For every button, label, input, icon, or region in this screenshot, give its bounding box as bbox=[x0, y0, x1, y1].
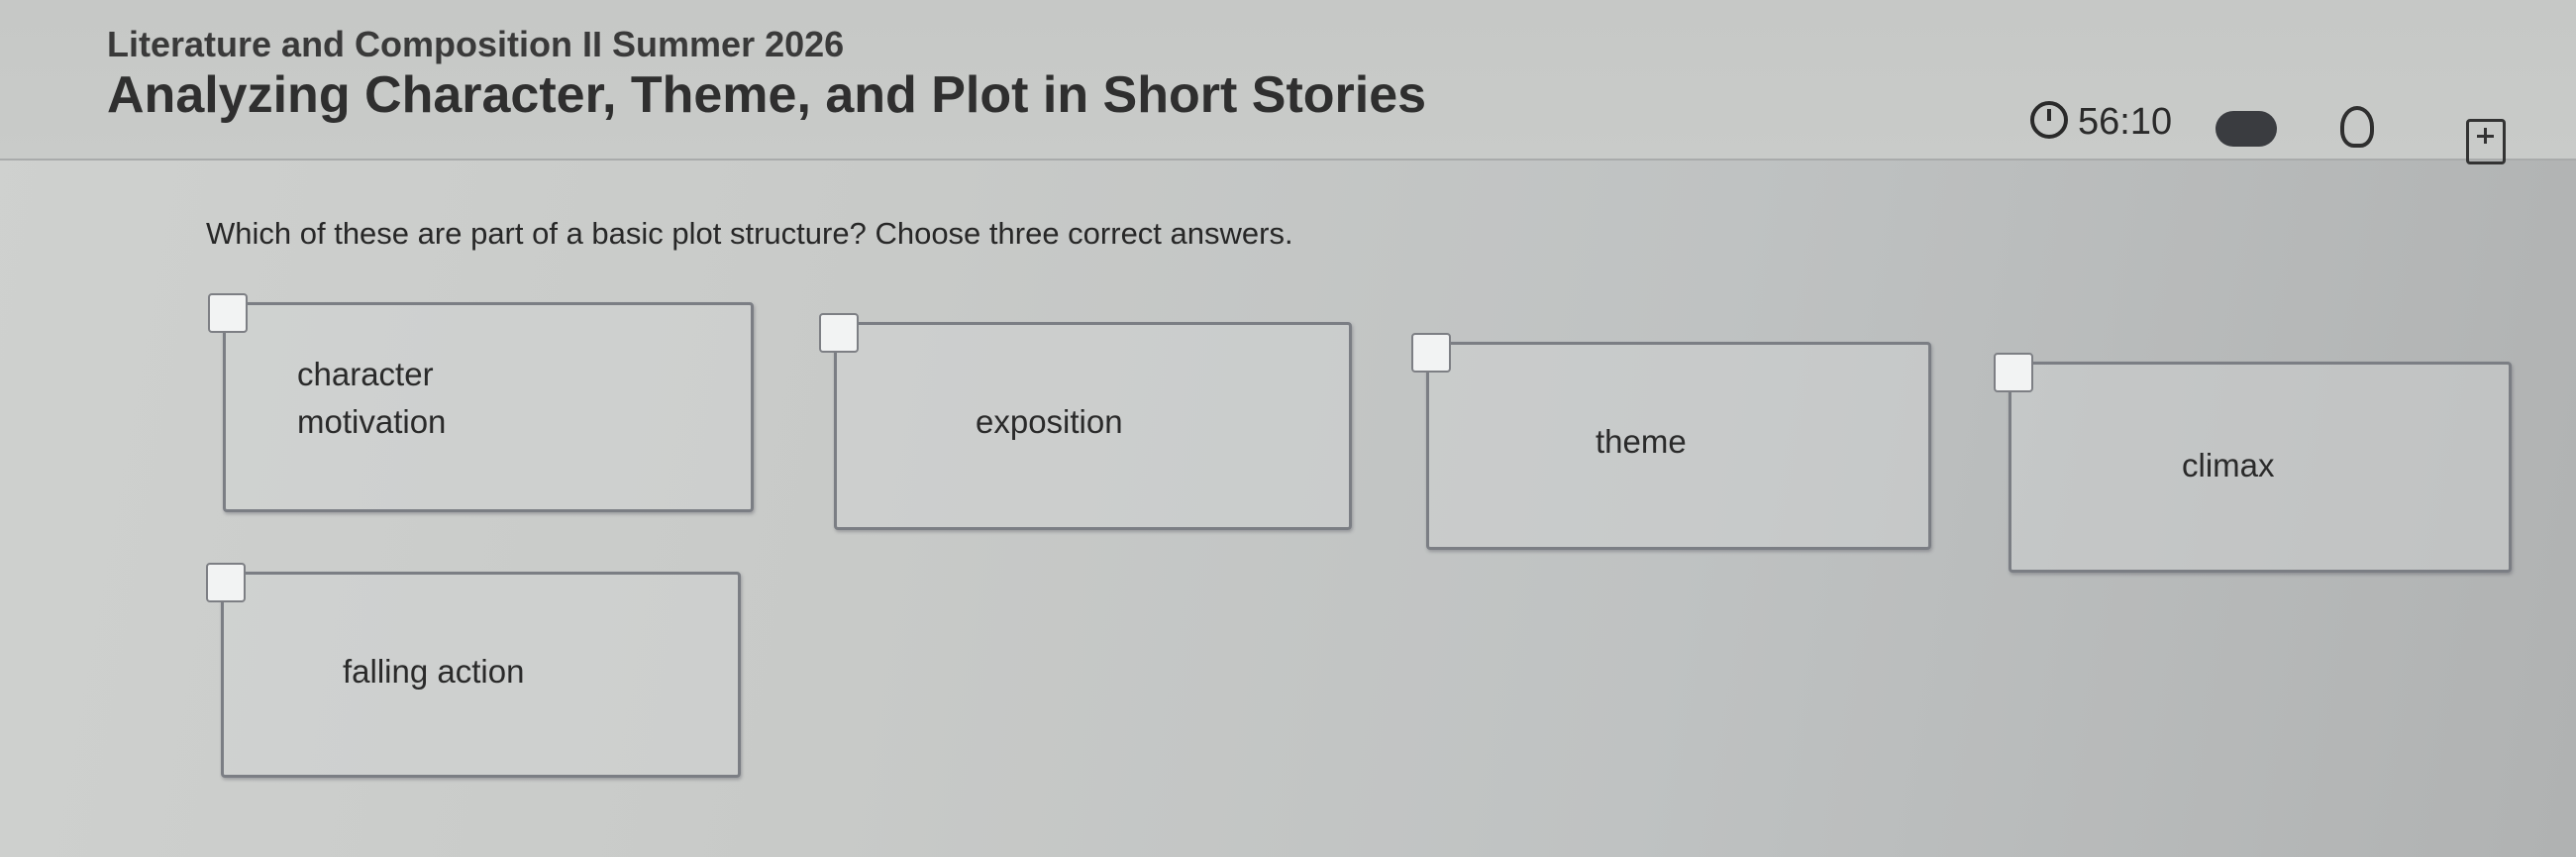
choice-label-line: character bbox=[297, 356, 434, 392]
choice-label: exposition bbox=[976, 403, 1123, 440]
choice-label: climax bbox=[2182, 447, 2275, 483]
answer-choice-character-motivation[interactable]: character motivation bbox=[208, 293, 754, 512]
answer-choice-falling-action[interactable]: falling action bbox=[206, 563, 741, 778]
checkbox[interactable] bbox=[206, 563, 246, 602]
course-title: Literature and Composition II Summer 202… bbox=[107, 24, 845, 64]
checkbox[interactable] bbox=[1411, 333, 1451, 373]
toggle-button[interactable] bbox=[2215, 111, 2277, 147]
lesson-header: Literature and Composition II Summer 202… bbox=[0, 0, 2576, 164]
lesson-title: Analyzing Character, Theme, and Plot in … bbox=[107, 66, 1427, 124]
checkbox[interactable] bbox=[1994, 353, 2033, 392]
timer-readout: 56:10 bbox=[2078, 101, 2173, 143]
checkbox[interactable] bbox=[208, 293, 248, 333]
answer-choice-climax[interactable]: climax bbox=[1994, 353, 2512, 573]
answer-choice-exposition[interactable]: exposition bbox=[819, 313, 1352, 530]
choice-label: falling action bbox=[343, 653, 525, 690]
lightbulb-icon[interactable] bbox=[2340, 106, 2374, 148]
answer-choice-theme[interactable]: theme bbox=[1411, 333, 1931, 550]
choice-label-line: motivation bbox=[297, 402, 447, 440]
checkbox[interactable] bbox=[819, 313, 859, 353]
choice-label: character motivation bbox=[297, 351, 446, 446]
question-prompt: Which of these are part of a basic plot … bbox=[206, 216, 1293, 251]
choice-label: theme bbox=[1596, 423, 1687, 460]
calculator-icon[interactable] bbox=[2466, 119, 2506, 164]
timer-icon bbox=[2030, 101, 2068, 139]
